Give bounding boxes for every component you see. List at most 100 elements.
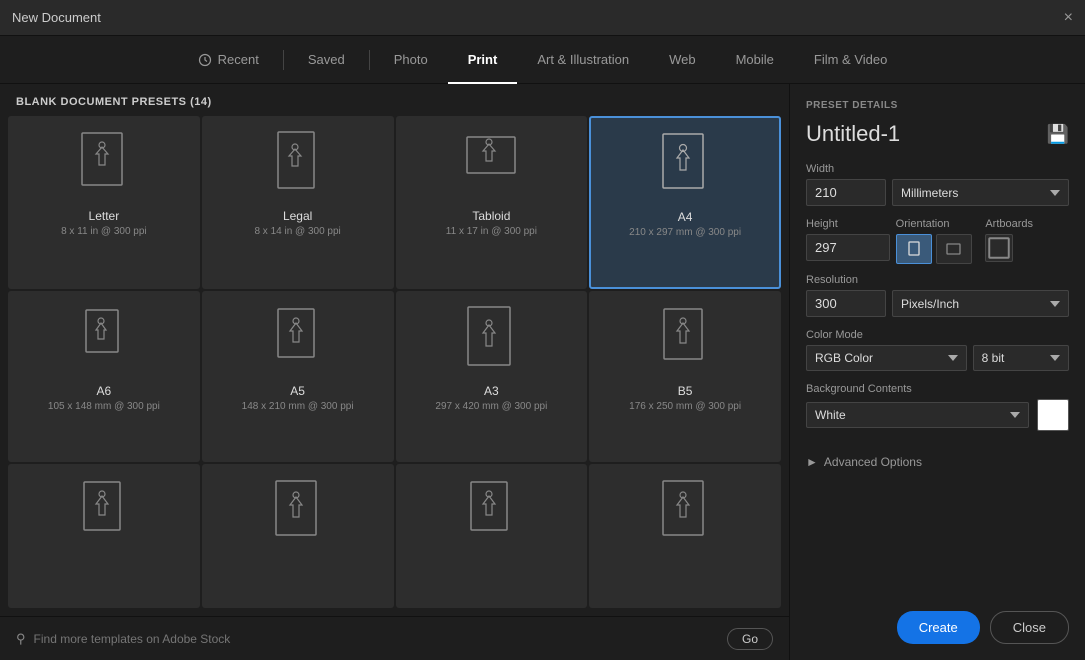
window-close-button[interactable]: × <box>1064 10 1073 26</box>
left-panel: BLANK DOCUMENT PRESETS (14) Letter 8 x 1… <box>0 84 790 660</box>
preset-a3[interactable]: A3 297 x 420 mm @ 300 ppi <box>396 291 588 462</box>
search-icon: ⚲ <box>16 631 26 647</box>
resolution-field-row: Resolution Pixels/Inch Pixels/Centimeter <box>806 274 1069 317</box>
preset-tabloid-name: Tabloid <box>472 209 510 223</box>
resolution-input[interactable] <box>806 290 886 317</box>
checkbox-icon <box>986 235 1012 261</box>
right-panel: PRESET DETAILS Untitled-1 💾 Width Millim… <box>790 84 1085 660</box>
width-label: Width <box>806 163 1069 175</box>
preset-a6[interactable]: A6 105 x 148 mm @ 300 ppi <box>8 291 200 462</box>
preset-b5-dims: 176 x 250 mm @ 300 ppi <box>629 400 741 413</box>
tab-recent[interactable]: Recent <box>178 36 279 84</box>
title-bar: New Document × <box>0 0 1085 36</box>
presets-header: BLANK DOCUMENT PRESETS (14) <box>0 84 789 116</box>
artboards-group <box>985 234 1069 262</box>
close-button[interactable]: Close <box>990 611 1069 644</box>
color-mode-field-row: Color Mode RGB Color CMYK Color Lab Colo… <box>806 329 1069 371</box>
preset-p11[interactable] <box>396 464 588 608</box>
background-contents-label: Background Contents <box>806 383 1069 395</box>
portrait-button[interactable] <box>896 234 932 264</box>
create-button[interactable]: Create <box>897 611 980 644</box>
preset-a5-dims: 148 x 210 mm @ 300 ppi <box>242 400 354 413</box>
clock-icon <box>198 53 212 67</box>
color-mode-label: Color Mode <box>806 329 1069 341</box>
width-field-row: Width Millimeters Inches Pixels Centimet… <box>806 163 1069 206</box>
preset-p10-icon <box>268 477 328 549</box>
preset-a6-name: A6 <box>97 384 112 398</box>
preset-a6-dims: 105 x 148 mm @ 300 ppi <box>48 400 160 413</box>
resolution-label: Resolution <box>806 274 1069 286</box>
bit-depth-select[interactable]: 8 bit 16 bit 32 bit <box>973 345 1069 371</box>
preset-a4-name: A4 <box>678 210 693 224</box>
preset-letter-icon <box>74 129 134 201</box>
landscape-icon <box>946 241 962 257</box>
go-button[interactable]: Go <box>727 628 773 650</box>
tab-print[interactable]: Print <box>448 36 518 84</box>
chevron-right-icon: ► <box>806 455 818 469</box>
preset-tabloid-dims: 11 x 17 in @ 300 ppi <box>446 225 537 238</box>
preset-p11-icon <box>461 477 521 549</box>
preset-b5[interactable]: B5 176 x 250 mm @ 300 ppi <box>589 291 781 462</box>
preset-tabloid[interactable]: Tabloid 11 x 17 in @ 300 ppi <box>396 116 588 289</box>
height-orient-row: Height Orientation <box>806 218 1069 264</box>
tab-filmvideo[interactable]: Film & Video <box>794 36 907 84</box>
preset-details-title: PRESET DETAILS <box>806 100 1069 111</box>
tab-saved[interactable]: Saved <box>288 36 365 84</box>
preset-a3-dims: 297 x 420 mm @ 300 ppi <box>435 400 547 413</box>
preset-p10[interactable] <box>202 464 394 608</box>
preset-a5-name: A5 <box>290 384 305 398</box>
preset-p9[interactable] <box>8 464 200 608</box>
preset-b5-icon <box>655 304 715 376</box>
advanced-options-label: Advanced Options <box>824 455 922 469</box>
advanced-options-toggle[interactable]: ► Advanced Options <box>806 451 1069 473</box>
preset-b5-name: B5 <box>678 384 693 398</box>
background-contents-select[interactable]: White Black Background Color Transparent… <box>806 402 1029 428</box>
height-label: Height <box>806 218 890 230</box>
title-bar-text: New Document <box>12 10 101 25</box>
preset-legal[interactable]: Legal 8 x 14 in @ 300 ppi <box>202 116 394 289</box>
preset-letter[interactable]: Letter 8 x 11 in @ 300 ppi <box>8 116 200 289</box>
tab-divider-2 <box>369 50 370 70</box>
orientation-label: Orientation <box>896 218 980 230</box>
tab-mobile[interactable]: Mobile <box>716 36 794 84</box>
preset-p9-icon <box>74 477 134 549</box>
tab-divider <box>283 50 284 70</box>
width-input[interactable] <box>806 179 886 206</box>
artboards-checkbox[interactable] <box>985 234 1013 262</box>
search-bar: ⚲ Go <box>0 616 789 660</box>
bg-contents-row: White Black Background Color Transparent… <box>806 399 1069 431</box>
height-item: Height <box>806 218 890 264</box>
resolution-unit-select[interactable]: Pixels/Inch Pixels/Centimeter <box>892 290 1069 317</box>
orientation-item: Orientation <box>896 218 980 264</box>
save-preset-icon[interactable]: 💾 <box>1047 124 1069 145</box>
preset-p12-icon <box>655 477 715 549</box>
tab-artillustration[interactable]: Art & Illustration <box>517 36 649 84</box>
width-unit-select[interactable]: Millimeters Inches Pixels Centimeters <box>892 179 1069 206</box>
artboards-label: Artboards <box>985 218 1069 230</box>
preset-legal-dims: 8 x 14 in @ 300 ppi <box>254 225 340 238</box>
presets-grid: Letter 8 x 11 in @ 300 ppi Legal 8 x 14 … <box>0 116 789 616</box>
preset-a5[interactable]: A5 148 x 210 mm @ 300 ppi <box>202 291 394 462</box>
background-color-swatch[interactable] <box>1037 399 1069 431</box>
preset-a4[interactable]: A4 210 x 297 mm @ 300 ppi <box>589 116 781 289</box>
color-mode-select[interactable]: RGB Color CMYK Color Lab Color Grayscale… <box>806 345 967 371</box>
height-input[interactable] <box>806 234 890 261</box>
orientation-group <box>896 234 980 264</box>
preset-legal-name: Legal <box>283 209 312 223</box>
bottom-buttons: Create Close <box>806 595 1069 644</box>
preset-a3-icon <box>461 304 521 376</box>
width-input-group: Millimeters Inches Pixels Centimeters <box>806 179 1069 206</box>
preset-letter-dims: 8 x 11 in @ 300 ppi <box>61 225 147 238</box>
background-contents-field-row: Background Contents White Black Backgrou… <box>806 383 1069 431</box>
artboards-item: Artboards <box>985 218 1069 264</box>
search-input[interactable] <box>34 632 719 646</box>
preset-letter-name: Letter <box>89 209 120 223</box>
preset-p12[interactable] <box>589 464 781 608</box>
tab-photo[interactable]: Photo <box>374 36 448 84</box>
portrait-icon <box>906 241 922 257</box>
landscape-button[interactable] <box>936 234 972 264</box>
preset-tabloid-icon <box>461 129 521 201</box>
preset-a6-icon <box>74 304 134 376</box>
tab-web[interactable]: Web <box>649 36 716 84</box>
tab-bar: Recent Saved Photo Print Art & Illustrat… <box>0 36 1085 84</box>
